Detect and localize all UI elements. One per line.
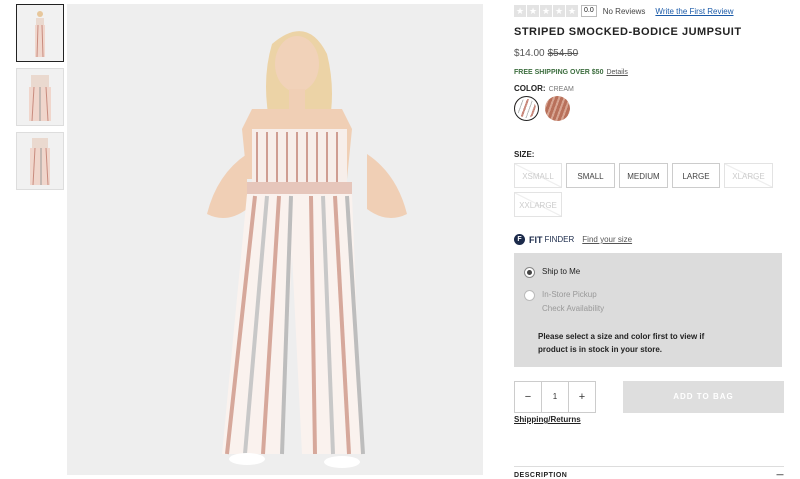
product-title: STRIPED SMOCKED-BODICE JUMPSUIT xyxy=(514,26,742,38)
quantity-value[interactable]: 1 xyxy=(541,382,569,412)
color-value: CREAM xyxy=(548,86,574,93)
price-row: $14.00 $54.50 xyxy=(514,48,784,59)
shipping-promo: FREE SHIPPING OVER $50 Details xyxy=(514,69,784,76)
size-options: XSMALL SMALL MEDIUM LARGE XLARGE XXLARGE xyxy=(514,163,784,217)
minus-icon: — xyxy=(776,472,784,479)
thumbnail-1[interactable] xyxy=(16,4,64,62)
size-label: SIZE: xyxy=(514,150,535,159)
size-medium[interactable]: MEDIUM xyxy=(619,163,668,188)
write-review-link[interactable]: Write the First Review xyxy=(655,7,733,16)
fulfillment-panel: Ship to Me In-Store Pickup Check Availab… xyxy=(514,253,782,367)
star-icon: ★ xyxy=(527,5,539,17)
cart-row: − 1 + ADD TO BAG xyxy=(514,381,784,413)
quantity-stepper: − 1 + xyxy=(514,381,596,413)
current-price: $14.00 xyxy=(514,48,545,59)
fit-brand: FIT xyxy=(529,234,543,245)
ship-to-me-option[interactable]: Ship to Me xyxy=(524,267,782,278)
star-icon: ★ xyxy=(514,5,526,17)
rating-row: ★ ★ ★ ★ ★ 0.0 No Reviews Write the First… xyxy=(514,2,784,20)
fit-finder-label: FINDER xyxy=(544,235,575,244)
color-label-row: COLOR: CREAM xyxy=(514,84,784,93)
size-xsmall[interactable]: XSMALL xyxy=(514,163,562,188)
product-info: ★ ★ ★ ★ ★ 0.0 No Reviews Write the First… xyxy=(514,0,784,424)
thumbnail-list xyxy=(16,4,64,196)
size-large[interactable]: LARGE xyxy=(672,163,720,188)
ship-to-me-label: Ship to Me xyxy=(542,267,581,276)
rating-score: 0.0 xyxy=(581,5,597,17)
shipping-returns-link[interactable]: Shipping/Returns xyxy=(514,415,784,424)
main-product-image[interactable] xyxy=(67,4,483,475)
size-small[interactable]: SMALL xyxy=(566,163,615,188)
swatch-rust[interactable] xyxy=(545,96,570,121)
thumbnail-3[interactable] xyxy=(16,132,64,190)
description-header[interactable]: DESCRIPTION — xyxy=(514,466,784,479)
description-label: DESCRIPTION xyxy=(514,472,568,479)
star-icon: ★ xyxy=(553,5,565,17)
color-label: COLOR: xyxy=(514,84,546,93)
in-store-pickup-label: In-Store Pickup xyxy=(542,290,597,299)
thumbnail-2[interactable] xyxy=(16,68,64,126)
pickup-note: Please select a size and color first to … xyxy=(538,332,705,354)
check-availability-label: Check Availability xyxy=(542,304,605,313)
review-count: No Reviews xyxy=(602,6,646,16)
increase-qty-button[interactable]: + xyxy=(569,382,595,412)
shipping-details-link[interactable]: Details xyxy=(606,69,627,76)
ship-to-me-radio[interactable] xyxy=(524,267,535,278)
decrease-qty-button[interactable]: − xyxy=(515,382,541,412)
star-icon: ★ xyxy=(540,5,552,17)
add-to-bag-button[interactable]: ADD TO BAG xyxy=(623,381,784,413)
find-your-size-link[interactable]: Find your size xyxy=(582,235,632,244)
size-xxlarge[interactable]: XXLARGE xyxy=(514,192,562,217)
in-store-pickup-radio[interactable] xyxy=(524,290,535,301)
color-swatches xyxy=(514,96,784,121)
fit-finder: F FIT FINDER Find your size xyxy=(514,234,784,245)
original-price: $54.50 xyxy=(547,48,579,59)
shipping-promo-text: FREE SHIPPING OVER $50 xyxy=(514,69,604,76)
star-icon: ★ xyxy=(566,5,578,17)
star-rating: ★ ★ ★ ★ ★ xyxy=(514,5,578,17)
in-store-pickup-option[interactable]: In-Store Pickup Check Availability xyxy=(524,288,782,316)
size-xlarge[interactable]: XLARGE xyxy=(724,163,773,188)
fit-finder-icon: F xyxy=(514,234,525,245)
swatch-cream[interactable] xyxy=(514,96,539,121)
